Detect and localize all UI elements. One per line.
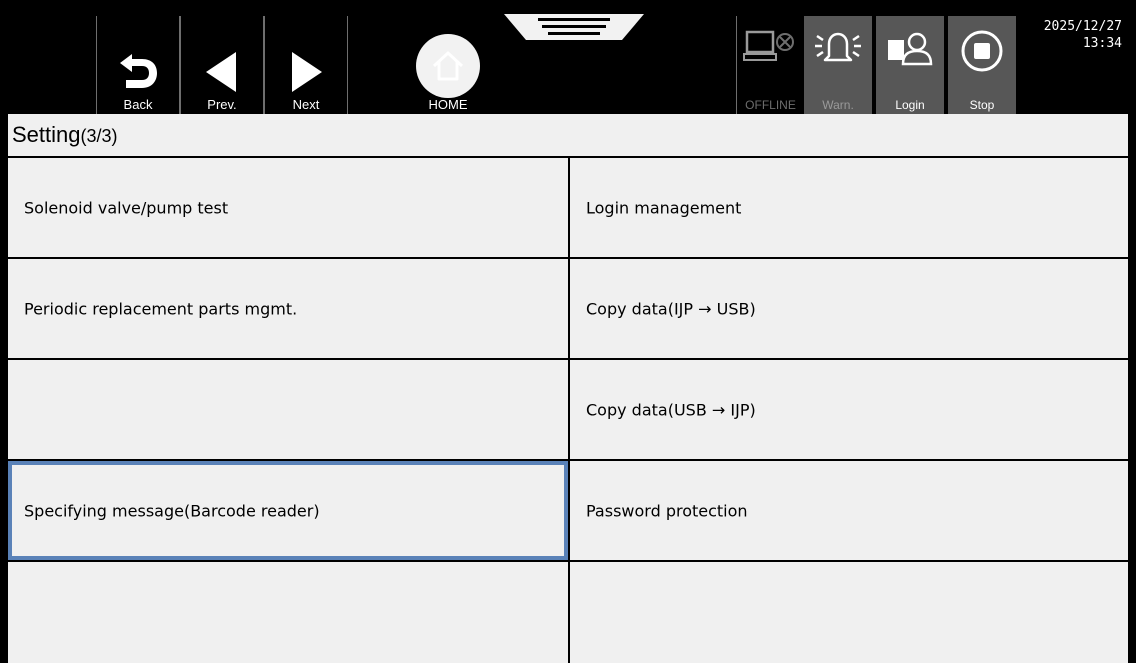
menu-handle-icon[interactable]: [504, 14, 644, 42]
home-label: HOME: [428, 97, 468, 112]
prev-label: Prev.: [207, 97, 237, 112]
triangle-right-icon: [292, 52, 322, 92]
app-window: Back Prev. Next HOME OFFLINE Warn. Login…: [0, 0, 1136, 663]
menu-item-label: Specifying message(Barcode reader): [24, 501, 320, 520]
offline-label: OFFLINE: [745, 98, 796, 112]
menu-item-left-2[interactable]: Periodic replacement parts mgmt.: [8, 259, 568, 358]
back-label: Back: [123, 97, 153, 112]
warn-label: Warn.: [822, 98, 854, 112]
offline-status[interactable]: OFFLINE: [736, 16, 804, 118]
menu-item-label: Periodic replacement parts mgmt.: [24, 299, 298, 318]
login-button[interactable]: Login: [876, 16, 944, 118]
stop-icon: [961, 30, 1003, 72]
menu-item-right-2[interactable]: Copy data(IJP → USB): [570, 259, 1128, 358]
login-user-icon: [888, 32, 933, 66]
home-button[interactable]: HOME: [388, 16, 508, 118]
menu-item-right-4[interactable]: Password protection: [570, 461, 1128, 560]
home-icon: [432, 51, 464, 81]
settings-menu-grid: Solenoid valve/pump test Periodic replace…: [8, 158, 1128, 663]
menu-item-right-5[interactable]: [570, 562, 1128, 663]
menu-item-left-1[interactable]: Solenoid valve/pump test: [8, 158, 568, 257]
menu-item-label: Password protection: [586, 501, 748, 520]
date-text: 2025/12/27: [1043, 19, 1122, 34]
time-text: 13:34: [1082, 36, 1122, 51]
menu-item-label: Copy data(USB → IJP): [586, 400, 756, 419]
login-label: Login: [895, 98, 925, 112]
menu-item-label: Solenoid valve/pump test: [24, 198, 229, 217]
next-label: Next: [292, 97, 320, 112]
next-button[interactable]: Next: [264, 16, 348, 118]
triangle-left-icon: [206, 52, 236, 92]
stop-label: Stop: [969, 98, 995, 112]
menu-item-left-3[interactable]: [8, 360, 568, 459]
menu-item-right-1[interactable]: Login management: [570, 158, 1128, 257]
page-indicator: (3/3): [80, 126, 118, 146]
stop-button[interactable]: Stop: [948, 16, 1016, 118]
offline-laptop-icon: [743, 30, 794, 61]
clock: 2025/12/27 13:34: [1022, 18, 1122, 52]
warning-status[interactable]: Warn.: [804, 16, 872, 118]
page-title-text: Setting: [12, 122, 81, 147]
warning-bell-icon: [815, 32, 861, 62]
prev-button[interactable]: Prev.: [180, 16, 264, 118]
back-button[interactable]: Back: [96, 16, 180, 118]
menu-item-right-3[interactable]: Copy data(USB → IJP): [570, 360, 1128, 459]
title-bar: Setting(3/3): [8, 114, 1128, 158]
menu-item-left-5[interactable]: [8, 562, 568, 663]
top-toolbar: Back Prev. Next HOME OFFLINE Warn. Login…: [8, 6, 1128, 118]
menu-item-left-4[interactable]: Specifying message(Barcode reader): [8, 461, 568, 560]
menu-item-label: Login management: [586, 198, 742, 217]
page-title: Setting(3/3): [12, 122, 118, 148]
back-arrow-icon: [120, 54, 157, 88]
menu-item-label: Copy data(IJP → USB): [586, 299, 756, 318]
home-circle: [416, 34, 480, 98]
